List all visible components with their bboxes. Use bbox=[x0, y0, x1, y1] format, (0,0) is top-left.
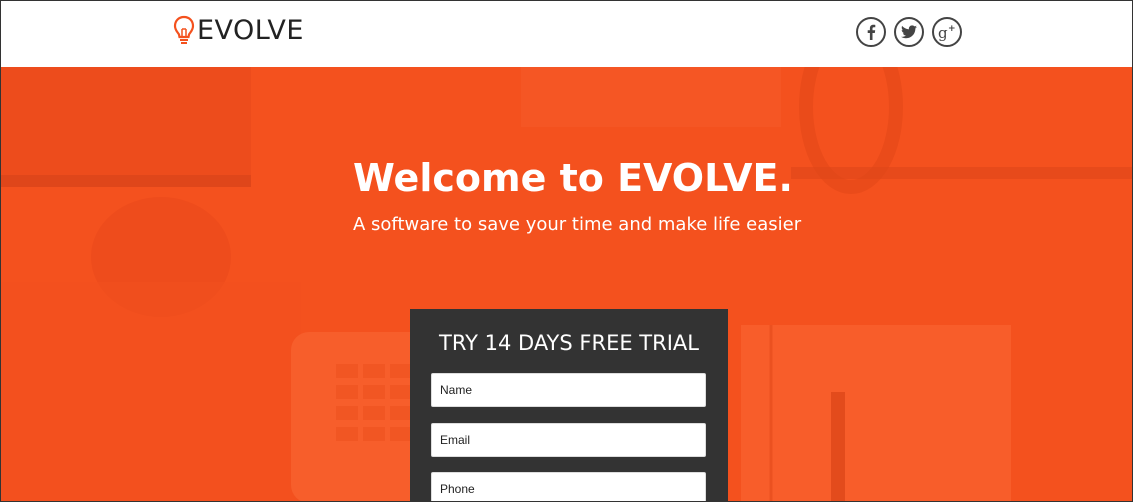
hero-subtitle: A software to save your time and make li… bbox=[353, 214, 802, 235]
logo[interactable]: EVOLVE bbox=[173, 15, 304, 47]
google-plus-icon: g + bbox=[938, 24, 956, 41]
facebook-button[interactable] bbox=[856, 17, 886, 47]
logo-text: EVOLVE bbox=[197, 15, 304, 46]
site-header: EVOLVE g + bbox=[1, 1, 1132, 67]
trial-form-title: TRY 14 DAYS FREE TRIAL bbox=[439, 331, 699, 355]
trial-signup-form: TRY 14 DAYS FREE TRIAL bbox=[410, 309, 728, 501]
svg-text:g: g bbox=[938, 24, 948, 41]
social-links: g + bbox=[856, 17, 962, 47]
phone-input[interactable] bbox=[431, 472, 706, 501]
hero-title: Welcome to EVOLVE. bbox=[353, 156, 793, 200]
hero-section: Welcome to EVOLVE. A software to save yo… bbox=[1, 67, 1132, 501]
email-input[interactable] bbox=[431, 423, 706, 457]
svg-text:+: + bbox=[948, 24, 956, 34]
google-plus-button[interactable]: g + bbox=[932, 17, 962, 47]
lightbulb-icon bbox=[173, 15, 195, 44]
landing-page: EVOLVE g + Welcome to EVOLVE. A software… bbox=[0, 0, 1133, 502]
twitter-button[interactable] bbox=[894, 17, 924, 47]
twitter-icon bbox=[901, 25, 917, 39]
name-input[interactable] bbox=[431, 373, 706, 407]
facebook-icon bbox=[867, 24, 876, 40]
